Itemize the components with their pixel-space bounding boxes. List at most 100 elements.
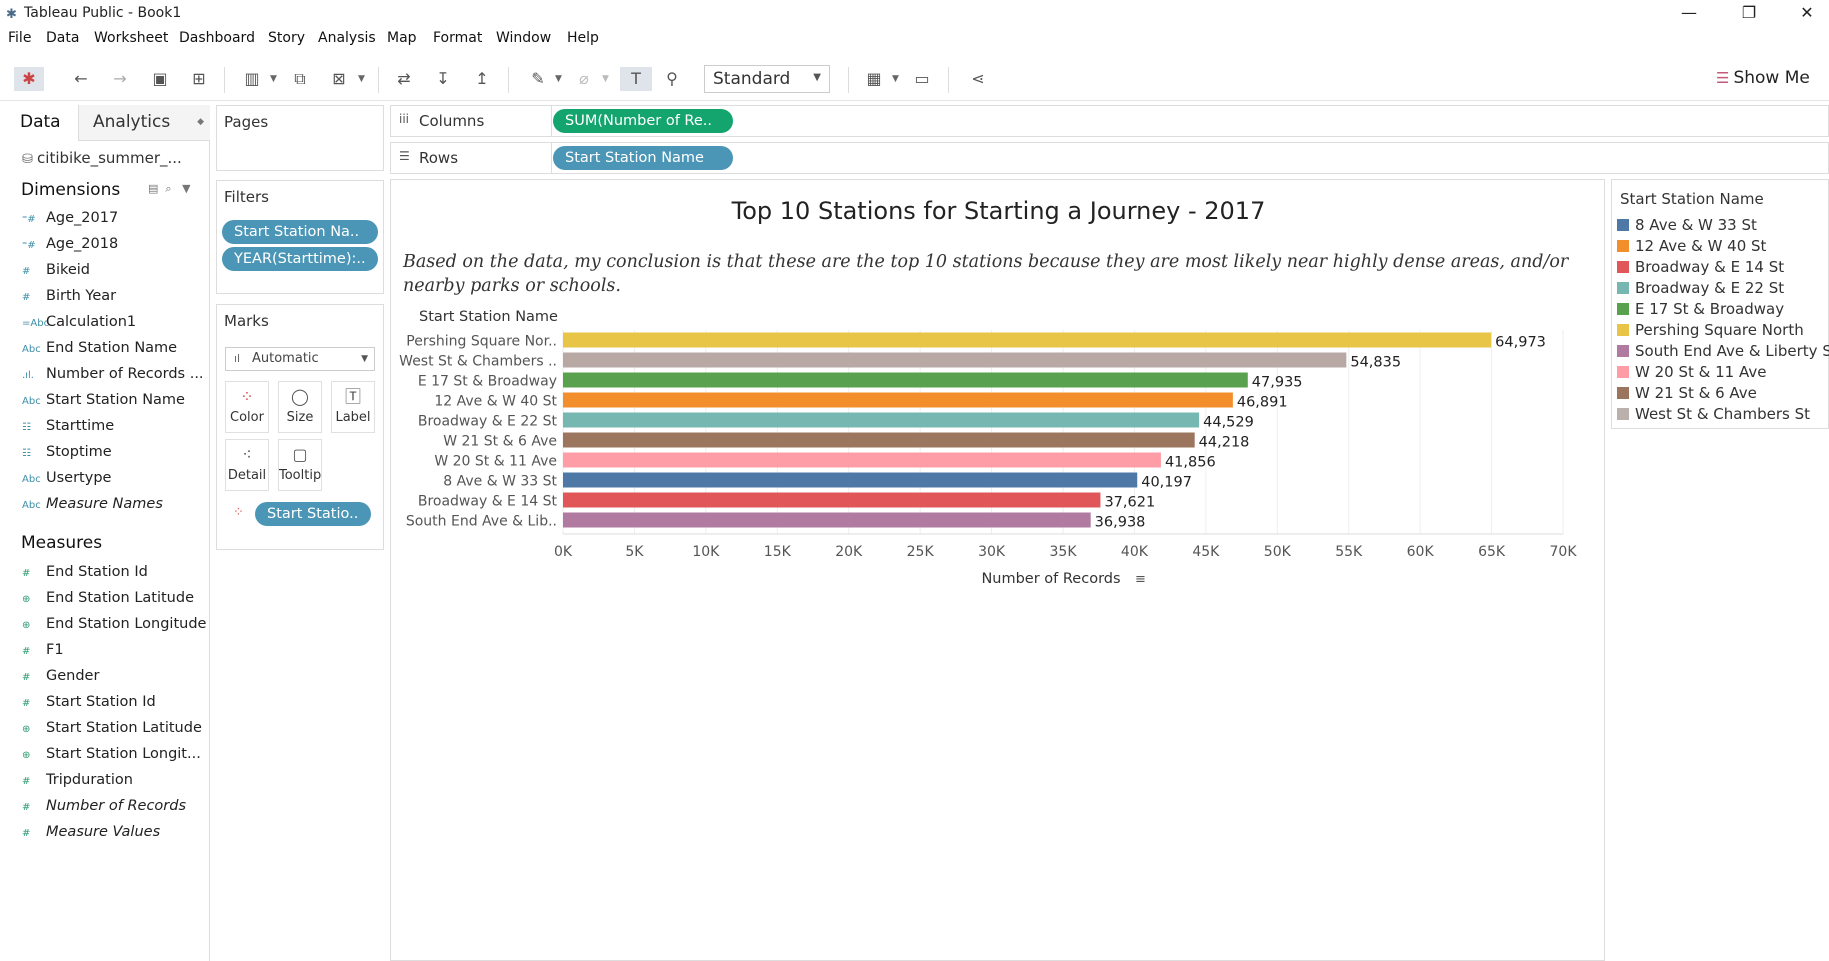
legend-item[interactable]: 8 Ave & W 33 St — [1617, 216, 1757, 234]
columns-label: Columns — [419, 112, 485, 130]
mark-type-select[interactable]: ıl Automatic ▼ — [225, 347, 375, 371]
detail-button[interactable]: ⁖ Detail — [225, 439, 269, 491]
legend-item[interactable]: Broadway & E 14 St — [1617, 258, 1784, 276]
highlight-caret-icon[interactable]: ▼ — [555, 67, 562, 91]
measure-field[interactable]: ⊕ Start Station Latitude — [22, 720, 202, 740]
menu-map[interactable]: Map — [387, 30, 417, 46]
clear-sheet-icon[interactable]: ⊠ — [327, 67, 351, 91]
tableau-start-icon[interactable]: ✱ — [14, 67, 44, 91]
field-label: End Station Longitude — [46, 616, 207, 632]
measure-field[interactable]: ⊕ Start Station Longit... — [22, 746, 201, 766]
measure-field[interactable]: ⊕ End Station Longitude — [22, 616, 206, 636]
dimension-field[interactable]: ☷ Starttime — [22, 418, 114, 438]
dimension-field[interactable]: ⁼# Age_2017 — [22, 210, 118, 230]
measure-field[interactable]: # Start Station Id — [22, 694, 156, 714]
search-icon[interactable]: ⌕ — [165, 182, 171, 195]
legend-item[interactable]: E 17 St & Broadway — [1617, 300, 1784, 318]
filter-pill-year-starttime[interactable]: YEAR(Starttime):.. — [222, 247, 378, 271]
dimension-field[interactable]: Abc Measure Names — [22, 496, 163, 516]
swap-rows-columns-icon[interactable]: ⇄ — [392, 67, 416, 91]
menu-window[interactable]: Window — [496, 30, 551, 46]
redo-icon[interactable]: → — [108, 67, 132, 91]
legend-item[interactable]: W 20 St & 11 Ave — [1617, 363, 1766, 381]
fit-select[interactable]: Standard ▼ — [704, 65, 830, 93]
dimension-field[interactable]: Abc Usertype — [22, 470, 111, 490]
dimension-field[interactable]: ☷ Stoptime — [22, 444, 112, 464]
size-button[interactable]: ◯ Size — [278, 381, 322, 433]
save-icon[interactable]: ▣ — [148, 67, 172, 91]
dimension-field[interactable]: =AbcCalculation1 — [22, 314, 136, 334]
dimension-field[interactable]: Abc Start Station Name — [22, 392, 185, 412]
menu-analysis[interactable]: Analysis — [318, 30, 376, 46]
rows-shelf: ☰ Rows Start Station Name — [390, 142, 1829, 174]
share-icon[interactable]: ⋖ — [966, 67, 990, 91]
new-worksheet-icon[interactable]: ▥ — [240, 67, 264, 91]
menu-dashboard[interactable]: Dashboard — [179, 30, 255, 46]
field-label: Start Station Longit... — [46, 746, 201, 762]
dimension-field[interactable]: ⁼# Age_2018 — [22, 236, 118, 256]
field-label: Start Station Latitude — [46, 720, 202, 736]
legend-item[interactable]: W 21 St & 6 Ave — [1617, 384, 1757, 402]
menu-worksheet[interactable]: Worksheet — [94, 30, 168, 46]
dimension-field[interactable]: # Bikeid — [22, 262, 90, 282]
rows-pill[interactable]: Start Station Name — [553, 146, 733, 170]
measure-field[interactable]: # Tripduration — [22, 772, 133, 792]
field-type-icon: ⊕ — [22, 724, 31, 735]
menu-format[interactable]: Format — [433, 30, 482, 46]
measure-field[interactable]: # F1 — [22, 642, 64, 662]
legend-label: 12 Ave & W 40 St — [1635, 237, 1767, 255]
sort-ascending-icon[interactable]: ↧ — [431, 67, 455, 91]
tab-analytics[interactable]: Analytics ◆ — [78, 105, 210, 141]
view-toggle-icon[interactable]: ▤ — [148, 182, 158, 195]
cards-icon[interactable]: ▦ — [862, 67, 886, 91]
close-icon[interactable]: ✕ — [1785, 3, 1829, 25]
tab-caret-icon: ◆ — [197, 117, 204, 127]
chevron-down-icon: ▼ — [813, 72, 821, 83]
bar — [563, 512, 1091, 528]
fix-axes-icon[interactable]: ⚲ — [660, 67, 684, 91]
marks-pill-start-station[interactable]: Start Statio.. — [255, 502, 371, 526]
restore-icon[interactable]: ❐ — [1727, 3, 1771, 25]
duplicate-sheet-icon[interactable]: ⧉ — [288, 67, 312, 91]
color-button[interactable]: ⁘ Color — [225, 381, 269, 433]
measure-field[interactable]: # End Station Id — [22, 564, 148, 584]
minimize-icon[interactable]: — — [1667, 3, 1711, 25]
x-tick-label: 65K — [1478, 544, 1506, 560]
show-me-button[interactable]: ☰ Show Me — [1716, 68, 1810, 88]
dimension-field[interactable]: Abc End Station Name — [22, 340, 177, 360]
datasource-item[interactable]: ⛁ citibike_summer_... — [22, 149, 182, 167]
label-button[interactable]: 🅃 Label — [331, 381, 375, 433]
undo-icon[interactable]: ← — [69, 67, 93, 91]
new-worksheet-caret-icon[interactable]: ▼ — [270, 67, 277, 91]
measure-field[interactable]: # Measure Values — [22, 824, 160, 844]
measure-field[interactable]: # Number of Records — [22, 798, 186, 818]
legend-item[interactable]: West St & Chambers St — [1617, 405, 1810, 423]
tab-data[interactable]: Data — [0, 105, 77, 141]
legend-item[interactable]: Pershing Square North — [1617, 321, 1804, 339]
sort-descending-icon[interactable]: ↥ — [470, 67, 494, 91]
group-members-icon[interactable]: ⌀ — [572, 67, 596, 91]
dimension-field[interactable]: .ıl. Number of Records ... — [22, 366, 204, 386]
measure-field[interactable]: ⊕ End Station Latitude — [22, 590, 194, 610]
show-mark-labels-icon[interactable]: T — [620, 67, 652, 91]
menu-file[interactable]: File — [8, 30, 31, 46]
new-datasource-icon[interactable]: ⊞ — [187, 67, 211, 91]
group-caret-icon[interactable]: ▼ — [602, 67, 609, 91]
x-tick-label: 10K — [692, 544, 720, 560]
tooltip-button[interactable]: ▢ Tooltip — [278, 439, 322, 491]
menu-story[interactable]: Story — [268, 30, 305, 46]
menu-help[interactable]: Help — [567, 30, 599, 46]
presentation-mode-icon[interactable]: ▭ — [910, 67, 934, 91]
legend-item[interactable]: 12 Ave & W 40 St — [1617, 237, 1766, 255]
menu-data[interactable]: Data — [46, 30, 79, 46]
filter-pill-start-station[interactable]: Start Station Na.. — [222, 220, 378, 244]
dimension-field[interactable]: # Birth Year — [22, 288, 116, 308]
dimension-menu-caret-icon[interactable]: ▼ — [182, 182, 190, 195]
highlight-icon[interactable]: ✎ — [526, 67, 550, 91]
clear-sheet-caret-icon[interactable]: ▼ — [358, 67, 365, 91]
cards-caret-icon[interactable]: ▼ — [892, 67, 899, 91]
legend-item[interactable]: South End Ave & Liberty St — [1617, 342, 1829, 360]
columns-pill[interactable]: SUM(Number of Re.. — [553, 109, 733, 133]
measure-field[interactable]: # Gender — [22, 668, 99, 688]
legend-item[interactable]: Broadway & E 22 St — [1617, 279, 1784, 297]
